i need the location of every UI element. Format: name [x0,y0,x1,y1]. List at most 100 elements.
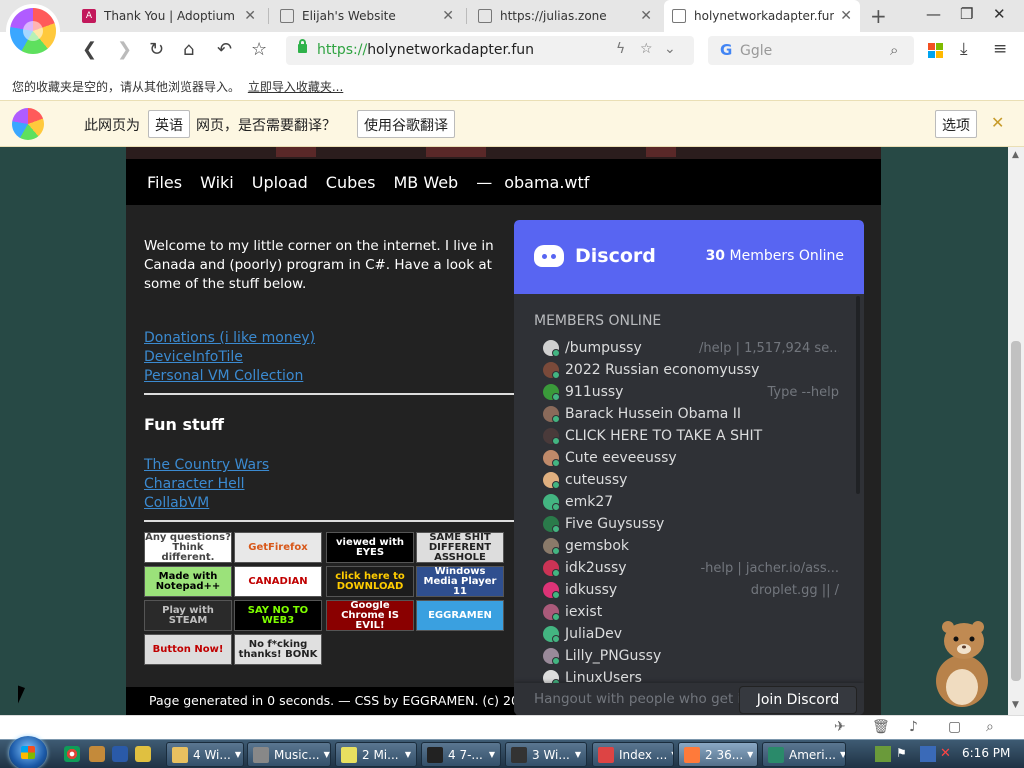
nav-cubes[interactable]: Cubes [326,173,376,192]
nav-wiki[interactable]: Wiki [200,173,234,192]
close-icon[interactable]: ✕ [991,113,1004,132]
close-tab-icon[interactable]: ✕ [244,8,256,24]
badge-88x31[interactable]: Play with STEAM [144,600,232,631]
dropdown-arrow-icon[interactable]: ▼ [836,750,845,759]
taskbar-button[interactable]: Ameri... ▼ [762,742,846,767]
nav-upload[interactable]: Upload [252,173,308,192]
dropdown-arrow-icon[interactable]: ▼ [401,750,411,759]
apps-icon[interactable] [928,43,943,58]
badge-88x31[interactable]: No f*cking thanks! BONK [234,634,322,665]
close-tab-icon[interactable]: ✕ [640,8,652,24]
close-tab-icon[interactable]: ✕ [442,8,454,24]
link-vm-collection[interactable]: Personal VM Collection [144,367,514,386]
search-icon[interactable]: ⌕ [890,41,898,59]
address-bar[interactable]: https://holynetworkadapter.fun ϟ ☆ ⌄ [286,36,694,65]
taskbar-button[interactable]: 4 7-... ▼ [421,742,501,767]
lightning-icon[interactable]: ϟ [616,41,625,57]
download-icon[interactable]: ⤓ [960,39,968,59]
speaker-icon[interactable]: ♪ [909,719,918,735]
dropdown-arrow-icon[interactable]: ▼ [320,750,330,759]
chevron-down-icon[interactable]: ⌄ [664,41,676,57]
tab-holynetworkadapter[interactable]: holynetworkadapter.fun ✕ [664,0,860,32]
nav-obama-wtf[interactable]: obama.wtf [504,173,589,192]
forward-icon[interactable]: ❯ [117,39,132,60]
discord-scrollbar[interactable] [856,296,860,494]
scroll-down-icon[interactable]: ▼ [1012,700,1019,710]
discord-member[interactable]: CLICK HERE TO TAKE A SHIT [543,426,843,446]
clock[interactable]: 6:16 PM [962,746,1010,760]
computer-icon[interactable] [112,746,128,762]
volume-mute-icon[interactable]: ✕ [940,746,956,762]
taskbar-button[interactable]: 2 Mi... ▼ [335,742,417,767]
badge-88x31[interactable]: GetFirefox [234,532,322,563]
taskbar-button[interactable]: Index ...▼ [592,742,674,767]
chrome-icon[interactable] [64,746,80,762]
badge-88x31[interactable]: viewed with EYES [326,532,414,563]
folder-icon[interactable] [135,746,151,762]
link-donations[interactable]: Donations (i like money) [144,329,514,348]
discord-member[interactable]: iexist [543,602,843,622]
minimize-icon[interactable]: — [926,5,941,23]
dropdown-arrow-icon[interactable]: ▼ [231,750,241,759]
language-button[interactable]: 英语 [148,110,190,138]
dropdown-arrow-icon[interactable]: ▼ [743,750,753,759]
badge-88x31[interactable]: Button Now! [144,634,232,665]
discord-member[interactable]: /bumpussy/help | 1,517,924 se... [543,338,843,358]
badge-88x31[interactable]: Any questions? Think different. [144,532,232,563]
nav-files[interactable]: Files [147,173,182,192]
close-window-icon[interactable]: ✕ [993,5,1006,23]
search-box[interactable]: G Ggle ⌕ [708,36,914,65]
discord-member[interactable]: idkussy droplet.gg || / [543,580,843,600]
taskbar-button[interactable]: Music... ▼ [247,742,331,767]
restore-icon[interactable]: ❐ [960,5,973,23]
join-discord-button[interactable]: Join Discord [739,686,857,714]
tab-julias[interactable]: https://julias.zone ✕ [470,0,660,31]
browser-logo-icon[interactable] [10,8,56,54]
trash-icon[interactable]: 🗑 [872,719,890,735]
badge-88x31[interactable]: Google Chrome IS EVIL! [326,600,414,631]
reload-icon[interactable]: ↻ [149,39,164,60]
discord-member[interactable]: 2022 Russian economyussy [543,360,843,380]
close-tab-icon[interactable]: ✕ [840,8,852,24]
badge-88x31[interactable]: CANADIAN [234,566,322,597]
discord-member[interactable]: Barack Hussein Obama II [543,404,843,424]
discord-member[interactable]: Five Guysussy [543,514,843,534]
scrollbar-thumb[interactable] [1011,341,1021,681]
window-icon[interactable]: ▢ [948,719,961,735]
translate-button[interactable]: 使用谷歌翻译 [357,110,455,138]
discord-member[interactable]: cuteussy [543,470,843,490]
scroll-up-icon[interactable]: ▲ [1012,150,1019,160]
page-scrollbar[interactable]: ▲ ▼ [1008,147,1024,715]
undo-close-icon[interactable]: ↶ [217,39,232,60]
url-text[interactable]: https://holynetworkadapter.fun [317,42,534,58]
link-deviceinfotile[interactable]: DeviceInfoTile [144,348,514,367]
link-collabvm[interactable]: CollabVM [144,494,269,513]
app-icon[interactable] [89,746,105,762]
import-bookmarks-link[interactable]: 立即导入收藏夹... [248,80,343,94]
network-icon[interactable] [920,746,936,762]
link-character-hell[interactable]: Character Hell [144,475,269,494]
badge-88x31[interactable]: SAY NO TO WEB3 [234,600,322,631]
start-button[interactable] [9,736,47,768]
taskbar-button[interactable]: 2 36... ▼ [678,742,758,767]
discord-member[interactable]: JuliaDev [543,624,843,644]
zoom-icon[interactable]: ⌕ [986,719,994,735]
discord-member[interactable]: 911ussy Type --help [543,382,843,402]
menu-icon[interactable]: ≡ [993,39,1007,59]
dropdown-arrow-icon[interactable]: ▼ [485,750,495,759]
discord-member[interactable]: Cute eeveeussy [543,448,843,468]
discord-member[interactable]: gemsbok [543,536,843,556]
dropdown-arrow-icon[interactable]: ▼ [571,750,581,759]
bookmark-star-icon[interactable]: ☆ [640,41,653,57]
badge-88x31[interactable]: Made with Notepad++ [144,566,232,597]
badge-88x31[interactable]: click here to DOWNLOAD [326,566,414,597]
link-country-wars[interactable]: The Country Wars [144,456,269,475]
taskbar-button[interactable]: 3 Wi... ▼ [505,742,587,767]
new-tab-icon[interactable]: + [870,4,887,28]
tab-elijah[interactable]: Elijah's Website ✕ [272,0,462,31]
tab-adoptium[interactable]: A Thank You | Adoptium ✕ [74,0,264,31]
rocket-icon[interactable]: ✈ [834,719,846,735]
badge-88x31[interactable]: EGGRAMEN [416,600,504,631]
star-icon[interactable]: ☆ [251,39,267,60]
badge-88x31[interactable]: SAME SHIT DIFFERENT ASSHOLE [416,532,504,563]
